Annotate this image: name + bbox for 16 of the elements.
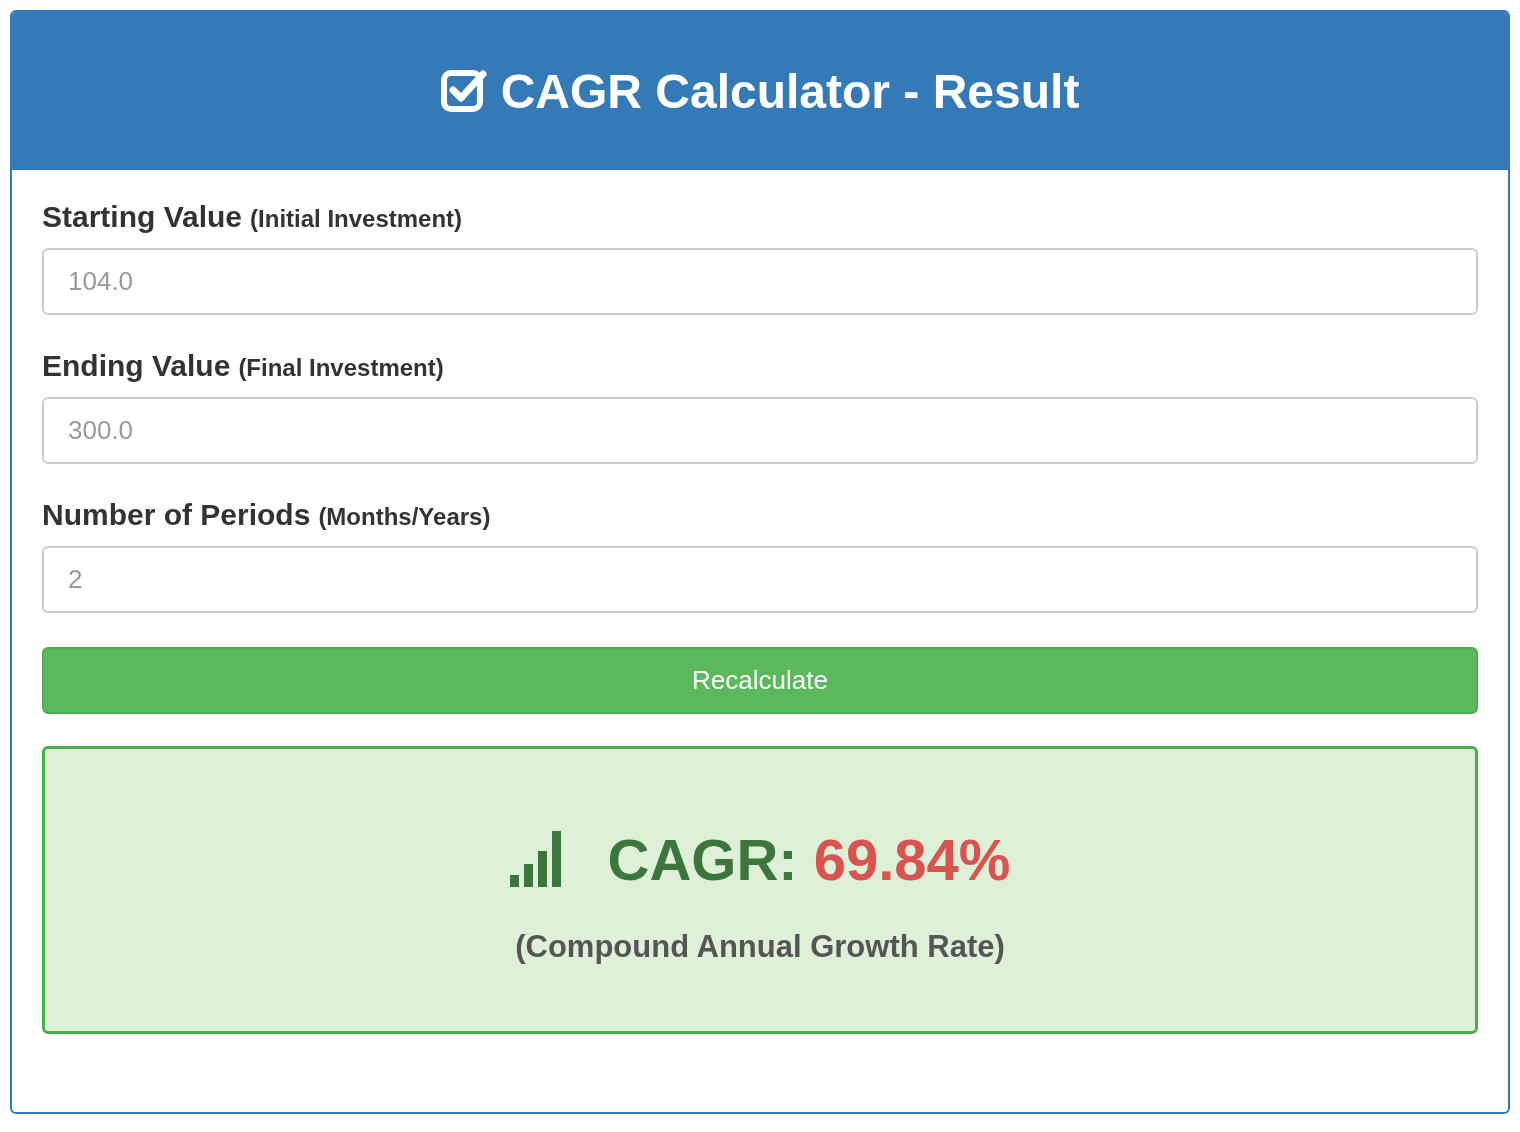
field-label: Number of Periods: [42, 498, 311, 532]
input-field[interactable]: 300.0: [42, 397, 1478, 464]
result-label: CAGR:: [607, 825, 798, 893]
result-value: 69.84%: [813, 825, 1011, 893]
result-caption: (Compound Annual Growth Rate): [515, 928, 1005, 965]
input-field[interactable]: 2: [42, 546, 1478, 613]
recalculate-button[interactable]: Recalculate: [42, 647, 1478, 714]
page-title: CAGR Calculator - Result: [500, 63, 1080, 119]
signal-bars-icon: [509, 831, 564, 887]
input-field[interactable]: 104.0: [42, 248, 1478, 315]
field-hint: (Months/Years): [318, 503, 491, 531]
checkbox-icon: [440, 68, 487, 114]
field-hint: (Final Investment): [238, 354, 444, 382]
field-hint: (Initial Investment): [250, 205, 463, 233]
field-label: Ending Value: [42, 349, 231, 383]
field-label: Starting Value: [42, 200, 243, 234]
